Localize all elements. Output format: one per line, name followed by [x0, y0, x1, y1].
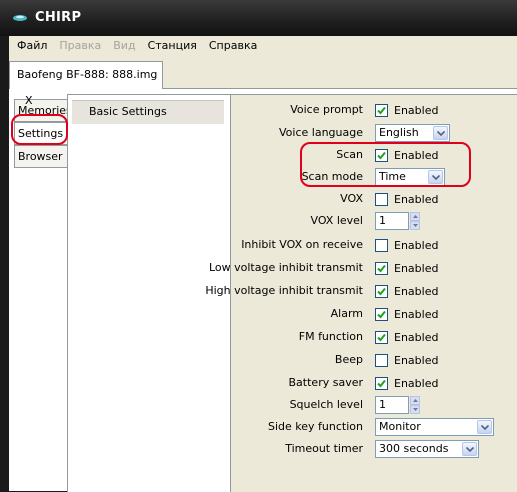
basic-settings-panel: Voice prompt Enabled Voice language Engl… [205, 94, 517, 492]
title-bar: CHIRP [0, 0, 517, 36]
spin-down-icon[interactable] [410, 221, 420, 230]
setting-high-voltage: High voltage inhibit transmit Enabled [205, 280, 517, 302]
setting-fm-function: FM function Enabled [231, 326, 517, 348]
voice-prompt-label: Voice prompt [290, 103, 363, 116]
timeout-timer-value: 300 seconds [379, 442, 449, 455]
squelch-level-value[interactable]: 1 [375, 396, 409, 414]
tab-browser[interactable]: Browser [14, 145, 68, 168]
chirp-radio-icon [13, 15, 27, 21]
high-voltage-label: High voltage inhibit transmit [205, 284, 363, 297]
inhibit-vox-checkbox[interactable] [375, 238, 388, 252]
inhibit-vox-enabled-label: Enabled [394, 238, 439, 252]
vox-enabled-label: Enabled [394, 192, 439, 206]
timeout-timer-label: Timeout timer [285, 442, 363, 455]
scan-mode-value: Time [379, 170, 406, 183]
battery-saver-label: Battery saver [288, 376, 363, 389]
spin-up-icon[interactable] [410, 212, 420, 221]
window-title: CHIRP [35, 10, 82, 25]
menu-file[interactable]: Файл [9, 36, 53, 56]
scan-mode-select[interactable]: Time [375, 168, 445, 186]
voice-prompt-checkbox[interactable] [375, 103, 388, 117]
vox-level-value[interactable]: 1 [375, 212, 409, 230]
voice-language-label: Voice language [279, 126, 363, 139]
setting-side-key-function: Side key function Monitor [231, 416, 517, 438]
setting-beep: Beep Enabled [231, 349, 517, 371]
file-tab[interactable]: Baofeng BF-888: 888.img X [9, 61, 163, 107]
fm-function-enabled-label: Enabled [394, 330, 439, 344]
setting-timeout-timer: Timeout timer 300 seconds [231, 438, 517, 460]
squelch-level-spinner[interactable]: 1 [375, 396, 422, 414]
low-voltage-enabled-label: Enabled [394, 261, 439, 275]
high-voltage-enabled-label: Enabled [394, 284, 439, 298]
close-tab-button[interactable]: X [25, 94, 33, 107]
tab-settings[interactable]: Settings [14, 122, 68, 145]
checkmark-icon [377, 333, 386, 341]
setting-scan: Scan Enabled [231, 144, 517, 166]
beep-enabled-label: Enabled [394, 353, 439, 367]
checkmark-icon [377, 287, 386, 295]
squelch-level-label: Squelch level [289, 398, 363, 411]
checkmark-icon [377, 264, 386, 272]
low-voltage-checkbox[interactable] [375, 261, 388, 275]
chevron-down-icon[interactable] [462, 442, 477, 456]
alarm-enabled-label: Enabled [394, 307, 439, 321]
vox-checkbox[interactable] [375, 192, 388, 206]
high-voltage-checkbox[interactable] [375, 284, 388, 298]
setting-inhibit-vox: Inhibit VOX on receive Enabled [231, 234, 517, 256]
voice-language-value: English [379, 126, 419, 139]
menu-edit[interactable]: Правка [53, 36, 107, 56]
scan-mode-label: Scan mode [301, 170, 363, 183]
file-tab-label: Baofeng BF-888: 888.img [17, 68, 158, 81]
checkmark-icon [377, 106, 386, 114]
setting-battery-saver: Battery saver Enabled [231, 372, 517, 394]
menu-view[interactable]: Вид [107, 36, 141, 56]
scan-enabled-label: Enabled [394, 148, 439, 162]
side-key-function-label: Side key function [268, 420, 363, 433]
alarm-label: Alarm [330, 307, 363, 320]
checkmark-icon [377, 310, 386, 318]
tree-item-basic-settings[interactable]: Basic Settings [72, 100, 224, 124]
voice-prompt-enabled-label: Enabled [394, 103, 439, 117]
timeout-timer-select[interactable]: 300 seconds [375, 440, 479, 458]
menu-bar: Файл Правка Вид Станция Справка [9, 36, 517, 56]
settings-pane: Basic Settings Voice prompt Enabled Voic… [67, 89, 517, 492]
setting-low-voltage: Low voltage inhibit transmit Enabled [209, 257, 517, 279]
setting-voice-prompt: Voice prompt Enabled [231, 99, 517, 121]
battery-saver-enabled-label: Enabled [394, 376, 439, 390]
setting-squelch-level: Squelch level 1 [231, 394, 517, 416]
side-key-function-value: Monitor [379, 420, 421, 433]
setting-vox-level: VOX level 1 [231, 210, 517, 232]
vox-level-spinner[interactable]: 1 [375, 212, 422, 230]
battery-saver-checkbox[interactable] [375, 376, 388, 390]
setting-voice-language: Voice language English [231, 122, 517, 144]
fm-function-label: FM function [298, 330, 363, 343]
spin-up-icon[interactable] [410, 396, 420, 405]
checkmark-icon [377, 151, 386, 159]
scan-label: Scan [336, 148, 363, 161]
main-window: Файл Правка Вид Станция Справка Baofeng … [9, 36, 517, 492]
beep-label: Beep [334, 353, 363, 366]
vox-label: VOX [340, 192, 363, 205]
editor-panel: Memories Settings Browser Basic Settings… [9, 88, 517, 492]
chevron-down-icon[interactable] [433, 126, 448, 140]
setting-alarm: Alarm Enabled [231, 303, 517, 325]
low-voltage-label: Low voltage inhibit transmit [208, 261, 363, 274]
setting-vox: VOX Enabled [231, 188, 517, 210]
chevron-down-icon[interactable] [477, 420, 492, 434]
checkmark-icon [377, 379, 386, 387]
menu-radio[interactable]: Станция [142, 36, 203, 56]
inhibit-vox-label: Inhibit VOX on receive [241, 238, 363, 251]
vox-level-label: VOX level [310, 214, 363, 227]
chevron-down-icon[interactable] [428, 170, 443, 184]
scan-checkbox[interactable] [375, 148, 388, 162]
alarm-checkbox[interactable] [375, 307, 388, 321]
beep-checkbox[interactable] [375, 353, 388, 367]
fm-function-checkbox[interactable] [375, 330, 388, 344]
spin-down-icon[interactable] [410, 405, 420, 414]
setting-scan-mode: Scan mode Time [231, 166, 517, 188]
side-key-function-select[interactable]: Monitor [375, 418, 494, 436]
menu-help[interactable]: Справка [203, 36, 263, 56]
voice-language-select[interactable]: English [375, 124, 450, 142]
